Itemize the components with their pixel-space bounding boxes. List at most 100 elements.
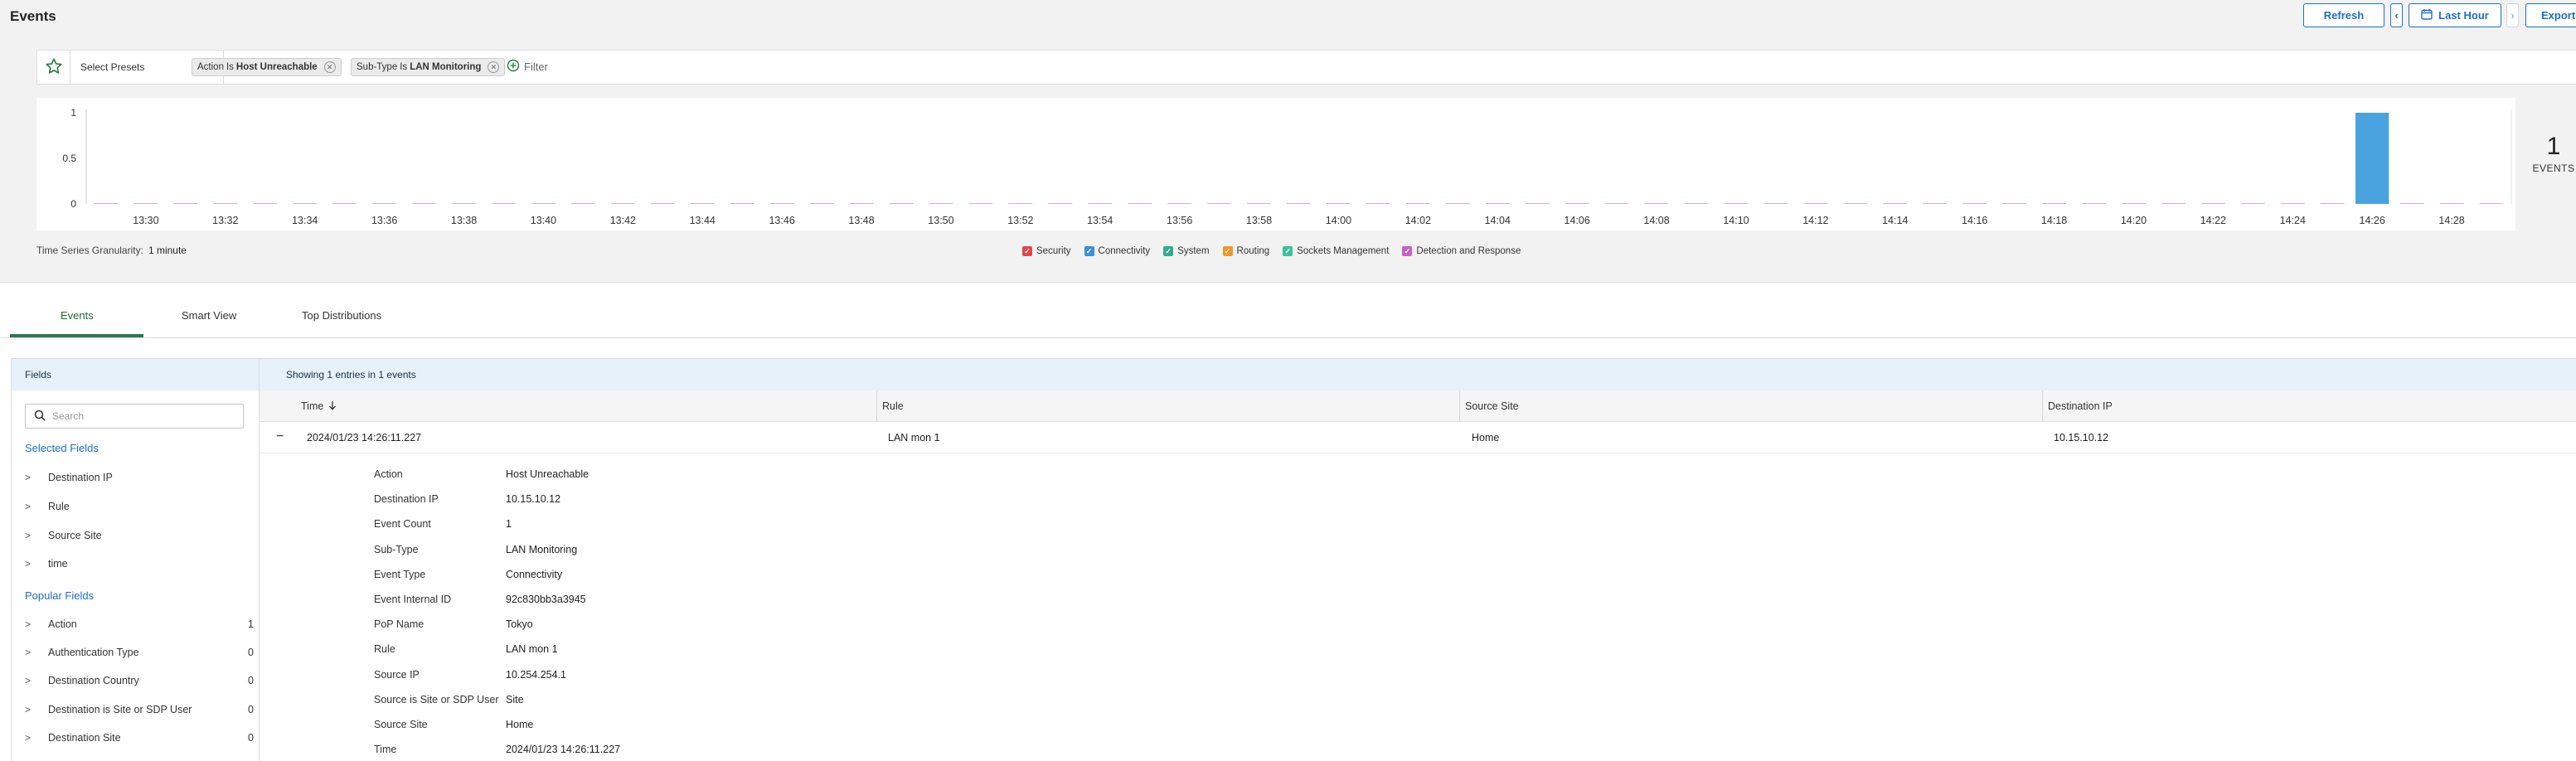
x-tick-label: 13:48 [848,215,874,226]
x-tick-label: 14:26 [2360,215,2385,226]
tabs-bar [0,282,2576,340]
detail-value: LAN mon 1 [506,643,558,656]
calendar-icon [2421,8,2433,22]
y-tick-label: 0.5 [62,153,76,164]
x-tick-label: 13:32 [212,215,238,226]
detail-value: 2024/01/23 14:26:11.227 [506,744,621,756]
previous-range-button[interactable]: ‹ [2390,3,2403,27]
favorite-star-button[interactable] [37,51,70,84]
field-count: 0 [248,704,254,715]
chevron-right-icon: > [25,472,32,483]
legend-item[interactable]: ✓ Connectivity [1084,246,1150,256]
events-count: 1 [2546,133,2561,160]
chevron-right-icon: > [25,558,32,570]
legend-label: Detection and Response [1416,246,1521,256]
legend-item[interactable]: ✓ System [1163,246,1210,256]
selected-field-item[interactable]: > Destination IP [25,469,257,486]
detail-row: Event Type Connectivity [374,569,788,585]
legend-item[interactable]: ✓ Routing [1222,246,1270,256]
field-label: Source Site [48,530,102,541]
chart-bar [2355,113,2389,204]
x-tick-label: 13:58 [1246,215,1272,226]
column-rule[interactable]: Rule [876,390,1460,422]
legend-item[interactable]: ✓ Security [1022,246,1071,256]
search-icon [34,410,46,424]
tab-events[interactable]: Events [61,309,94,322]
chip-value: Host Unreachable [235,62,318,72]
selected-field-item[interactable]: > Rule [25,498,257,515]
table-header: Time Rule Source Site Destination IP [260,390,2576,422]
detail-row: PoP Name Tokyo [374,618,788,635]
chip-value: LAN Monitoring [410,62,482,72]
detail-row: Event Count 1 [374,518,788,535]
column-source-site[interactable]: Source Site [1459,390,2043,422]
field-count: 0 [248,647,254,658]
x-tick-label: 14:14 [1882,215,1908,226]
x-tick-label: 14:08 [1643,215,1669,226]
field-label: Destination Country [48,675,139,686]
events-count-label: EVENTS [2532,162,2575,174]
selected-field-item[interactable]: > time [25,555,257,572]
x-tick-label: 13:46 [769,215,794,226]
x-tick-label: 13:30 [133,215,158,226]
close-icon[interactable]: ✕ [488,61,500,73]
legend-item[interactable]: ✓ Sockets Management [1283,246,1389,256]
table-row[interactable]: − 2024/01/23 14:26:11.227 LAN mon 1 Home… [260,422,2576,453]
x-tick-label: 13:56 [1167,215,1192,226]
detail-row: Rule LAN mon 1 [374,643,788,660]
column-destination-ip[interactable]: Destination IP [2042,390,2576,422]
time-range-button[interactable]: Last Hour [2409,3,2501,27]
field-count: 0 [248,675,254,686]
filter-chip-action[interactable]: Action Is Host Unreachable ✕ [192,58,342,76]
checkbox-icon: ✓ [1022,246,1032,256]
detail-key: Source Site [374,719,428,730]
column-label: Destination IP [2048,400,2113,412]
tab-top-distributions[interactable]: Top Distributions [302,309,381,322]
popular-field-item[interactable]: > Authentication Type 0 [25,644,257,661]
page-title: Events [10,8,56,24]
x-tick-label: 13:40 [531,215,556,226]
tab-smart-view[interactable]: Smart View [182,309,236,322]
chip-key: Sub-Type [357,62,398,72]
chevron-right-icon: > [25,732,32,744]
chevron-right-icon: > [25,675,32,686]
next-range-button[interactable]: › [2506,3,2519,27]
fields-search-input[interactable]: Search [25,404,244,429]
detail-value: 92c830bb3a3945 [506,594,586,605]
cell-source-site: Home [1472,432,1500,444]
legend-label: Security [1036,246,1071,256]
popular-field-item[interactable]: > Destination Country 0 [25,672,257,689]
detail-key: Event Internal ID [374,594,452,605]
detail-key: Rule [374,643,395,656]
popular-field-item[interactable]: > Action 1 [25,616,257,633]
time-range-label: Last Hour [2438,9,2489,22]
add-filter-button[interactable]: Filter [507,59,548,75]
detail-row: Time 2024/01/23 14:26:11.227 [374,744,788,760]
field-label: time [48,558,68,570]
popular-field-item[interactable]: > Destination Site 0 [25,729,257,746]
granularity-text: Time Series Granularity: 1 minute [36,245,187,256]
column-time[interactable]: Time [298,390,845,422]
detail-row: Destination IP 10.15.10.12 [374,493,788,510]
refresh-button[interactable]: Refresh [2303,3,2384,27]
filter-chip-subtype[interactable]: Sub-Type Is LAN Monitoring ✕ [351,58,506,76]
chevron-left-icon: ‹ [2394,9,2399,22]
close-icon[interactable]: ✕ [323,61,336,73]
x-tick-label: 14:18 [2041,215,2067,226]
export-button[interactable]: Export [2525,3,2576,27]
chevron-right-icon: > [25,618,32,630]
chevron-right-icon: > [25,530,32,541]
legend-item[interactable]: ✓ Detection and Response [1402,246,1521,256]
legend-label: Routing [1236,246,1270,256]
chevron-right-icon: > [25,501,32,512]
popular-fields-title: Popular Fields [25,589,95,602]
cell-time: 2024/01/23 14:26:11.227 [307,432,422,444]
detail-row: Event Internal ID 92c830bb3a3945 [374,594,788,610]
collapse-row-icon[interactable]: − [276,429,284,444]
detail-value: Tokyo [506,618,533,631]
detail-value: Host Unreachable [506,468,589,480]
popular-field-item[interactable]: > Destination is Site or SDP User 0 [25,701,257,718]
x-tick-label: 14:02 [1405,215,1431,226]
search-placeholder: Search [52,410,85,422]
selected-field-item[interactable]: > Source Site [25,527,257,544]
